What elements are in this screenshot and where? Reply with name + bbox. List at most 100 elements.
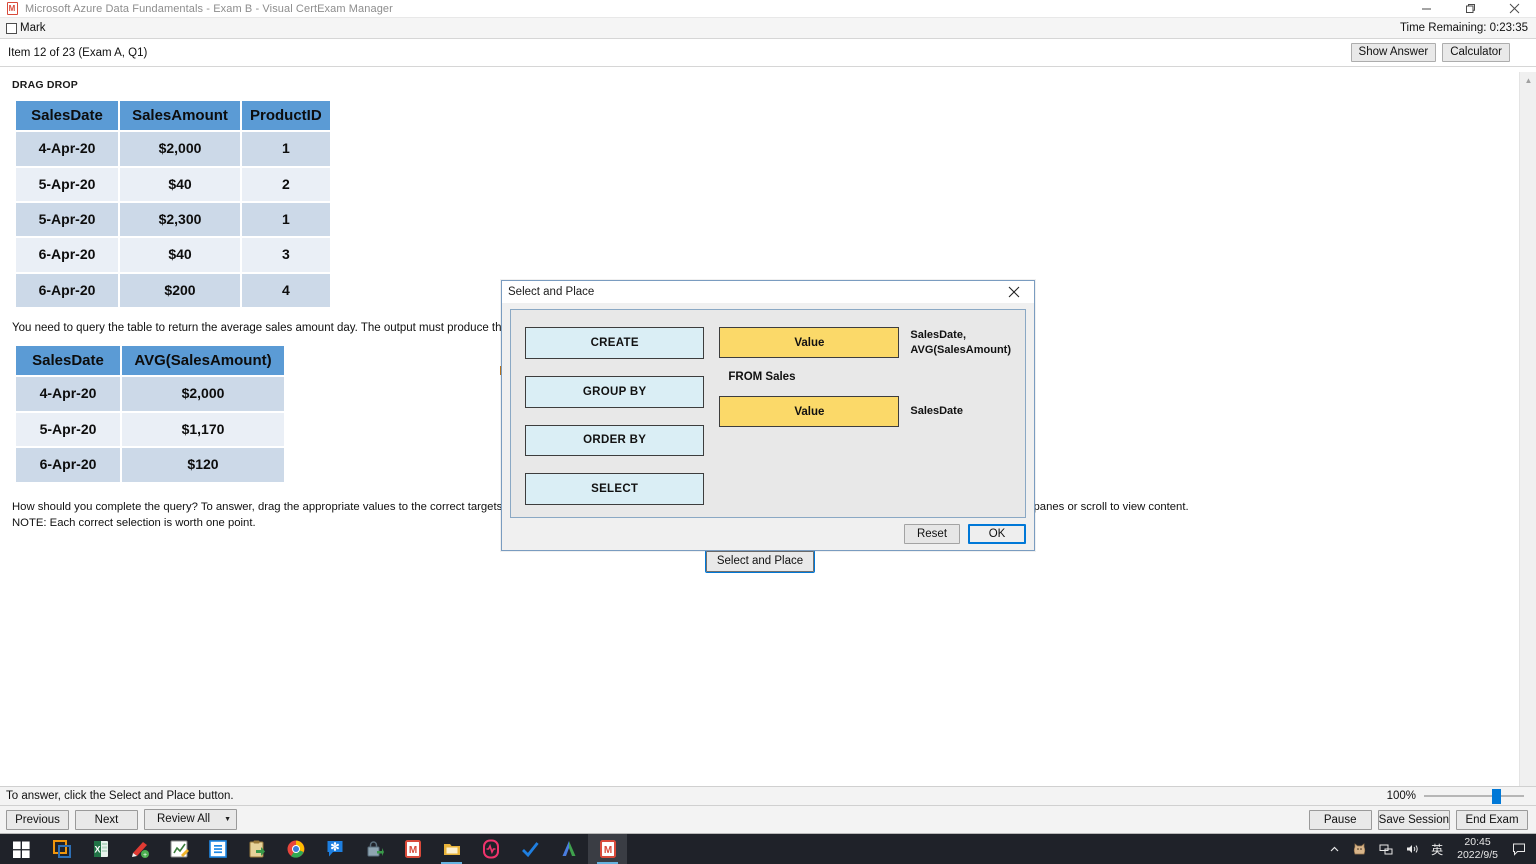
cell-productid: 4 (240, 271, 332, 310)
pdf-editor-icon: + (131, 842, 149, 859)
cell-productid: 2 (240, 165, 332, 204)
close-icon[interactable] (994, 281, 1034, 303)
window-title: Microsoft Azure Data Fundamentals - Exam… (25, 2, 393, 15)
google-ads-icon (562, 841, 575, 856)
token-group-by[interactable]: GROUP BY (525, 375, 705, 408)
taskbar-item-evernote[interactable] (198, 834, 237, 864)
content-vertical-scrollbar[interactable]: ▲ (1519, 72, 1536, 786)
cell-salesdate: 6-Apr-20 (14, 236, 120, 274)
taskbar-item-pdf-editor[interactable]: + (120, 834, 159, 864)
ime-indicator[interactable]: 英 (1425, 834, 1449, 864)
minimize-icon[interactable] (1404, 0, 1448, 18)
certexam-manager-active-icon: M (599, 840, 616, 858)
end-exam-button[interactable]: End Exam (1456, 809, 1528, 830)
cell-productid: 1 (240, 201, 332, 239)
cell-productid: 3 (240, 236, 332, 274)
taskbar-item-asterisk-messenger[interactable]: ✻ (315, 834, 354, 864)
static-clause-from-sales: FROM Sales (728, 371, 796, 383)
taskbar-item-notepad-edit[interactable] (159, 834, 198, 864)
taskbar-item-lock-secure[interactable] (354, 834, 393, 864)
token-create[interactable]: CREATE (525, 327, 705, 359)
svg-text:M: M (603, 845, 611, 856)
taskbar-item-file-explorer[interactable] (432, 834, 471, 864)
cell-productid: 1 (240, 130, 332, 168)
table-row: 5-Apr-20 $40 2 (14, 165, 332, 204)
zoom-slider[interactable] (1424, 789, 1524, 804)
zoom-slider-thumb[interactable] (1492, 789, 1501, 804)
chevron-down-icon[interactable]: ▼ (219, 810, 236, 829)
token-select[interactable]: SELECT (525, 473, 705, 505)
zoom-control: 100% (1387, 789, 1530, 804)
expected-output-table: SalesDate AVG(SalesAmount) 4-Apr-20 $2,0… (14, 344, 286, 484)
ok-button[interactable]: OK (968, 524, 1026, 544)
mark-checkbox[interactable] (6, 22, 17, 34)
taskbar-item-google-ads[interactable] (549, 834, 588, 864)
exam-session-controls: Pause Save Session End Exam (1308, 809, 1530, 830)
excel-icon: X (93, 841, 108, 857)
asterisk-messenger-icon: ✻ (327, 841, 342, 857)
show-answer-button[interactable]: Show Answer (1350, 42, 1437, 63)
column-header-salesamount: SalesAmount (118, 98, 242, 133)
taskbar-item-checkmark-todo[interactable] (510, 834, 549, 864)
volume-icon[interactable] (1399, 834, 1425, 864)
calculator-button[interactable]: Calculator (1442, 42, 1510, 63)
select-and-place-button[interactable]: Select and Place (704, 550, 816, 574)
column-header-salesdate: SalesDate (14, 98, 120, 133)
cell-salesdate: 5-Apr-20 (14, 410, 122, 449)
taskbar-item-heartbeat-app[interactable] (471, 834, 510, 864)
taskbar-item-clipboard-export[interactable] (237, 834, 276, 864)
answer-caption-1-line-1: SalesDate, (910, 329, 967, 342)
evernote-icon (208, 840, 227, 858)
close-icon[interactable] (1492, 0, 1536, 18)
svg-text:+: + (142, 852, 146, 859)
checkmark-todo-icon (521, 842, 539, 858)
token-order-by[interactable]: ORDER BY (525, 424, 705, 457)
column-header-productid: ProductID (240, 98, 332, 133)
reset-button[interactable]: Reset (904, 524, 960, 544)
drop-target-1[interactable]: Value (719, 327, 900, 358)
certexam-manager-icon: M (404, 840, 421, 858)
system-tray: 英 20:45 2022/9/5 (1323, 834, 1536, 864)
window-titlebar: M Microsoft Azure Data Fundamentals - Ex… (0, 0, 1536, 18)
taskbar-item-certexam-manager[interactable]: M (393, 834, 432, 864)
exam-navigation-bar: Previous Next Review All ▼ Pause Save Se… (0, 806, 1536, 834)
taskbar-item-certexam-manager-active[interactable]: M (588, 834, 627, 864)
tray-cat-icon[interactable] (1346, 834, 1373, 864)
table-row: 6-Apr-20 $120 (14, 446, 286, 484)
pause-button[interactable]: Pause (1308, 809, 1372, 830)
save-session-button[interactable]: Save Session (1377, 809, 1450, 830)
cell-salesdate: 5-Apr-20 (14, 165, 120, 204)
select-and-place-dialog: Select and Place CREATE GROUP BY ORDER B… (501, 280, 1035, 551)
next-button[interactable]: Next (75, 809, 138, 830)
svg-text:M: M (408, 845, 416, 856)
windows-start-icon[interactable] (0, 834, 42, 864)
drop-target-2[interactable]: Value (719, 396, 900, 427)
network-icon[interactable] (1373, 834, 1399, 864)
notepad-edit-icon (170, 840, 189, 858)
cell-salesdate: 4-Apr-20 (14, 375, 122, 413)
mark-label: Mark (20, 22, 46, 34)
taskbar-item-excel[interactable]: X (81, 834, 120, 864)
select-and-place-button-row: Select and Place (0, 550, 1536, 574)
taskbar-item-chrome[interactable] (276, 834, 315, 864)
item-bar: Item 12 of 23 (Exam A, Q1) Show Answer C… (0, 39, 1536, 67)
show-hidden-icons-chevron[interactable] (1323, 834, 1346, 864)
scroll-up-arrow-icon[interactable]: ▲ (1520, 72, 1536, 89)
time-remaining: Time Remaining: 0:23:35 (1399, 22, 1528, 34)
question-type-label: DRAG DROP (12, 79, 78, 91)
taskbar-item-vmware[interactable] (42, 834, 81, 864)
status-bar: To answer, click the Select and Place bu… (0, 786, 1536, 806)
item-bar-buttons: Show Answer Calculator (1350, 42, 1536, 63)
clipboard-export-icon (249, 840, 265, 858)
previous-button[interactable]: Previous (6, 809, 69, 830)
clock[interactable]: 20:45 2022/9/5 (1449, 834, 1506, 864)
answer-row-1: Value SalesDate, AVG(SalesAmount) (719, 327, 1011, 358)
review-all-dropdown[interactable]: Review All ▼ (144, 809, 238, 830)
answer-caption-2: SalesDate (910, 405, 963, 418)
restore-icon[interactable] (1448, 0, 1492, 18)
zoom-slider-track (1424, 795, 1524, 797)
dialog-footer: Reset OK (502, 518, 1034, 550)
table-row: 6-Apr-20 $40 3 (14, 236, 332, 274)
action-center-icon[interactable] (1506, 834, 1536, 864)
review-all-label: Review All (157, 813, 211, 825)
